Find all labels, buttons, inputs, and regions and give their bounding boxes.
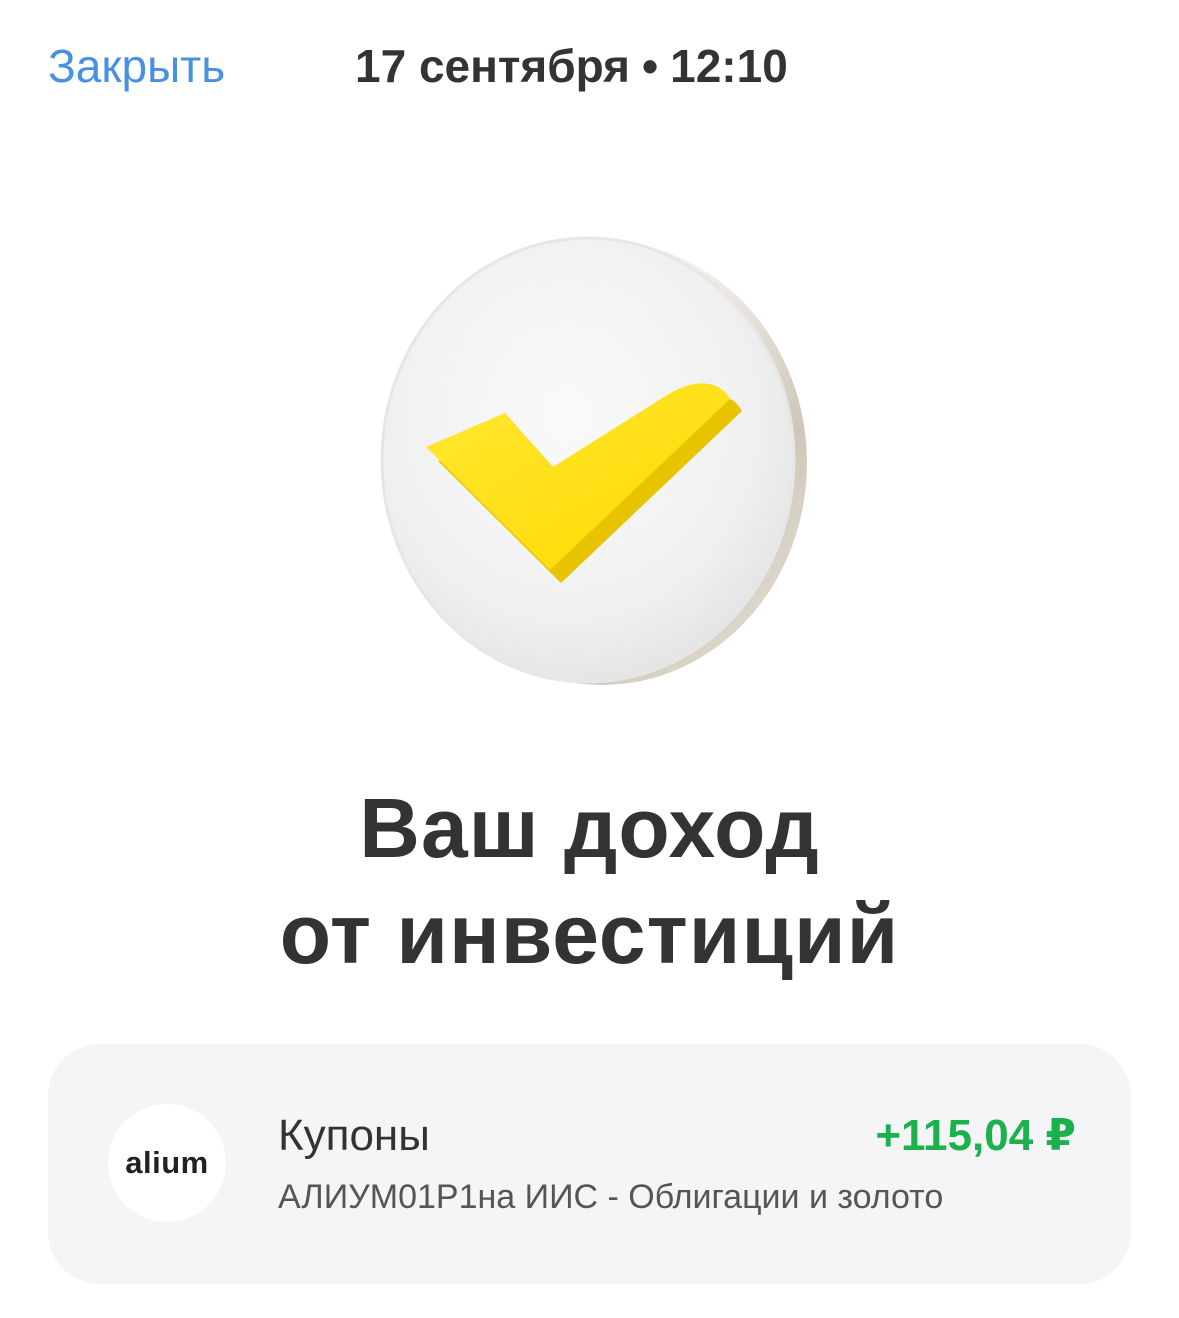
operation-datetime: 17 сентября • 12:10 xyxy=(355,36,788,96)
datetime-separator: • xyxy=(642,40,659,92)
issuer-logo: alium xyxy=(108,1104,226,1222)
title-line-1: Ваш доход xyxy=(359,781,820,875)
operation-date: 17 сентября xyxy=(355,40,631,92)
checkmark-coin-icon xyxy=(340,215,840,715)
income-card[interactable]: alium Купоны +115,04 ₽ АЛИУМ01Р1на ИИС -… xyxy=(48,1044,1131,1284)
close-button[interactable]: Закрыть xyxy=(48,36,225,96)
page-title: Ваш доход от инвестиций xyxy=(0,775,1179,987)
operation-time: 12:10 xyxy=(670,40,788,92)
income-type-label: Купоны xyxy=(278,1111,430,1160)
income-amount: +115,04 ₽ xyxy=(875,1111,1076,1160)
title-line-2: от инвестиций xyxy=(279,887,900,981)
top-bar: Закрыть 17 сентября • 12:10 xyxy=(0,0,1179,140)
income-description: АЛИУМ01Р1на ИИС - Облигации и золото xyxy=(278,1178,944,1216)
